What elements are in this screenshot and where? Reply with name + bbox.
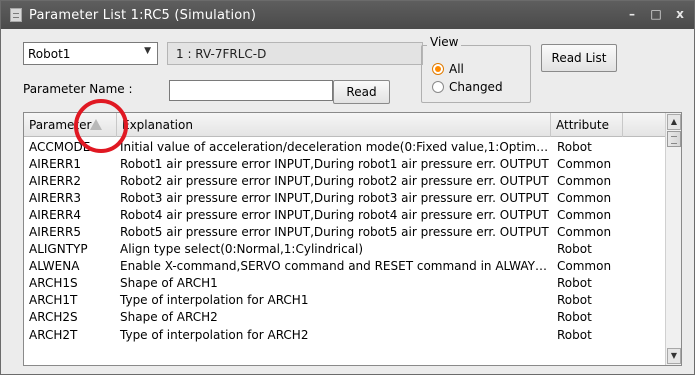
parameter-list-window: Parameter List 1:RC5 (Simulation) – □ x … [0,0,695,375]
robot-model-display: 1 : RV-7FRLC-D [167,42,423,65]
table-row[interactable]: ARCH2T Type of interpolation for ARCH2 Rob… [24,326,666,343]
minimize-icon[interactable]: – [626,7,638,21]
scroll-thumb[interactable] [667,131,681,147]
cell-explanation: Align type select(0:Normal,1:Cylindrical… [120,242,364,257]
column-header-filler [623,113,666,137]
cell-explanation: Enable X-command,SERVO command and RESET… [120,259,551,274]
robot-model-value: 1 : RV-7FRLC-D [176,46,267,61]
cell-attribute: Common [557,156,612,171]
cell-explanation: Robot4 air pressure error INPUT,During r… [120,207,549,222]
cell-explanation: Type of interpolation for ARCH1 [120,293,309,308]
window-controls: – □ x [626,7,686,21]
view-changed-label: Changed [449,80,503,94]
cell-parameter: AIRERR1 [29,156,81,171]
chevron-down-icon[interactable]: ▼ [144,46,151,56]
scroll-up-icon[interactable]: ▲ [667,114,681,130]
cell-attribute: Robot [557,327,592,342]
cell-attribute: Common [557,190,612,205]
scroll-down-icon[interactable]: ▼ [667,348,681,364]
cell-parameter: AIRERR4 [29,207,81,222]
close-icon[interactable]: x [674,7,686,21]
read-list-button[interactable]: Read List [541,44,617,72]
cell-parameter: AIRERR5 [29,225,81,240]
table-row[interactable]: ALIGNTYP Align type select(0:Normal,1:Cyl… [24,241,666,258]
vertical-scrollbar[interactable]: ▲ ▼ [665,113,681,365]
cell-parameter: ARCH2S [29,310,78,325]
parameter-name-input[interactable] [169,80,333,101]
table-row[interactable]: AIRERR2 Robot2 air pressure error INPUT,D… [24,172,666,189]
cell-attribute: Common [557,225,612,240]
cell-explanation: Robot1 air pressure error INPUT,During r… [120,156,549,171]
table-row[interactable]: AIRERR5 Robot5 air pressure error INPUT,D… [24,223,666,240]
view-all-radio[interactable]: All [432,62,464,76]
table-body: ACCMODE Initial value of acceleration/dec… [24,138,666,343]
read-button[interactable]: Read [333,80,390,104]
cell-parameter: AIRERR3 [29,190,81,205]
cell-explanation: Type of interpolation for ARCH2 [120,327,309,342]
cell-explanation: Robot5 air pressure error INPUT,During r… [120,225,549,240]
table-row[interactable]: AIRERR4 Robot4 air pressure error INPUT,D… [24,206,666,223]
cell-attribute: Common [557,173,612,188]
title-bar[interactable]: Parameter List 1:RC5 (Simulation) – □ x [1,1,694,29]
cell-attribute: Common [557,259,612,274]
table-row[interactable]: AIRERR1 Robot1 air pressure error INPUT,D… [24,155,666,172]
robot-select-value: Robot1 [28,46,71,61]
table-row[interactable]: ALWENA Enable X-command,SERVO command and… [24,258,666,275]
cell-attribute: Robot [557,310,592,325]
table-row[interactable]: AIRERR3 Robot3 air pressure error INPUT,D… [24,189,666,206]
cell-parameter: ARCH1S [29,276,78,291]
radio-selected-icon [432,63,444,75]
column-header-explanation[interactable]: Explanation [117,113,551,137]
cell-parameter: AIRERR2 [29,173,81,188]
column-header-attribute[interactable]: Attribute [551,113,623,137]
cell-explanation: Shape of ARCH1 [120,276,218,291]
cell-explanation: Robot3 air pressure error INPUT,During r… [120,190,549,205]
cell-explanation: Robot2 air pressure error INPUT,During r… [120,173,549,188]
parameter-table: Parameter Explanation Attribute ACCMODE I… [23,112,682,366]
cell-parameter: ALWENA [29,259,80,274]
restore-icon[interactable]: □ [650,7,662,21]
view-all-label: All [449,62,464,76]
window-title: Parameter List 1:RC5 (Simulation) [29,7,257,23]
cell-explanation: Initial value of acceleration/decelerati… [120,139,551,154]
cell-attribute: Robot [557,139,592,154]
cell-attribute: Robot [557,293,592,308]
cell-attribute: Common [557,207,612,222]
table-row[interactable]: ARCH1S Shape of ARCH1 Robot [24,275,666,292]
cell-explanation: Shape of ARCH2 [120,310,218,325]
table-row[interactable]: ARCH1T Type of interpolation for ARCH1 Rob… [24,292,666,309]
cell-attribute: Robot [557,276,592,291]
parameter-name-label: Parameter Name : [23,82,133,96]
robot-select[interactable]: Robot1 ▼ [23,42,158,65]
cell-parameter: ALIGNTYP [29,242,88,257]
cell-attribute: Robot [557,242,592,257]
view-changed-radio[interactable]: Changed [432,80,503,94]
cell-parameter: ARCH1T [29,293,78,308]
cell-parameter: ARCH2T [29,327,78,342]
window-list-icon [10,8,22,22]
highlight-circle-annotation [74,99,128,153]
radio-unselected-icon [432,81,444,93]
table-row[interactable]: ARCH2S Shape of ARCH2 Robot [24,309,666,326]
view-group-title: View [427,35,462,49]
